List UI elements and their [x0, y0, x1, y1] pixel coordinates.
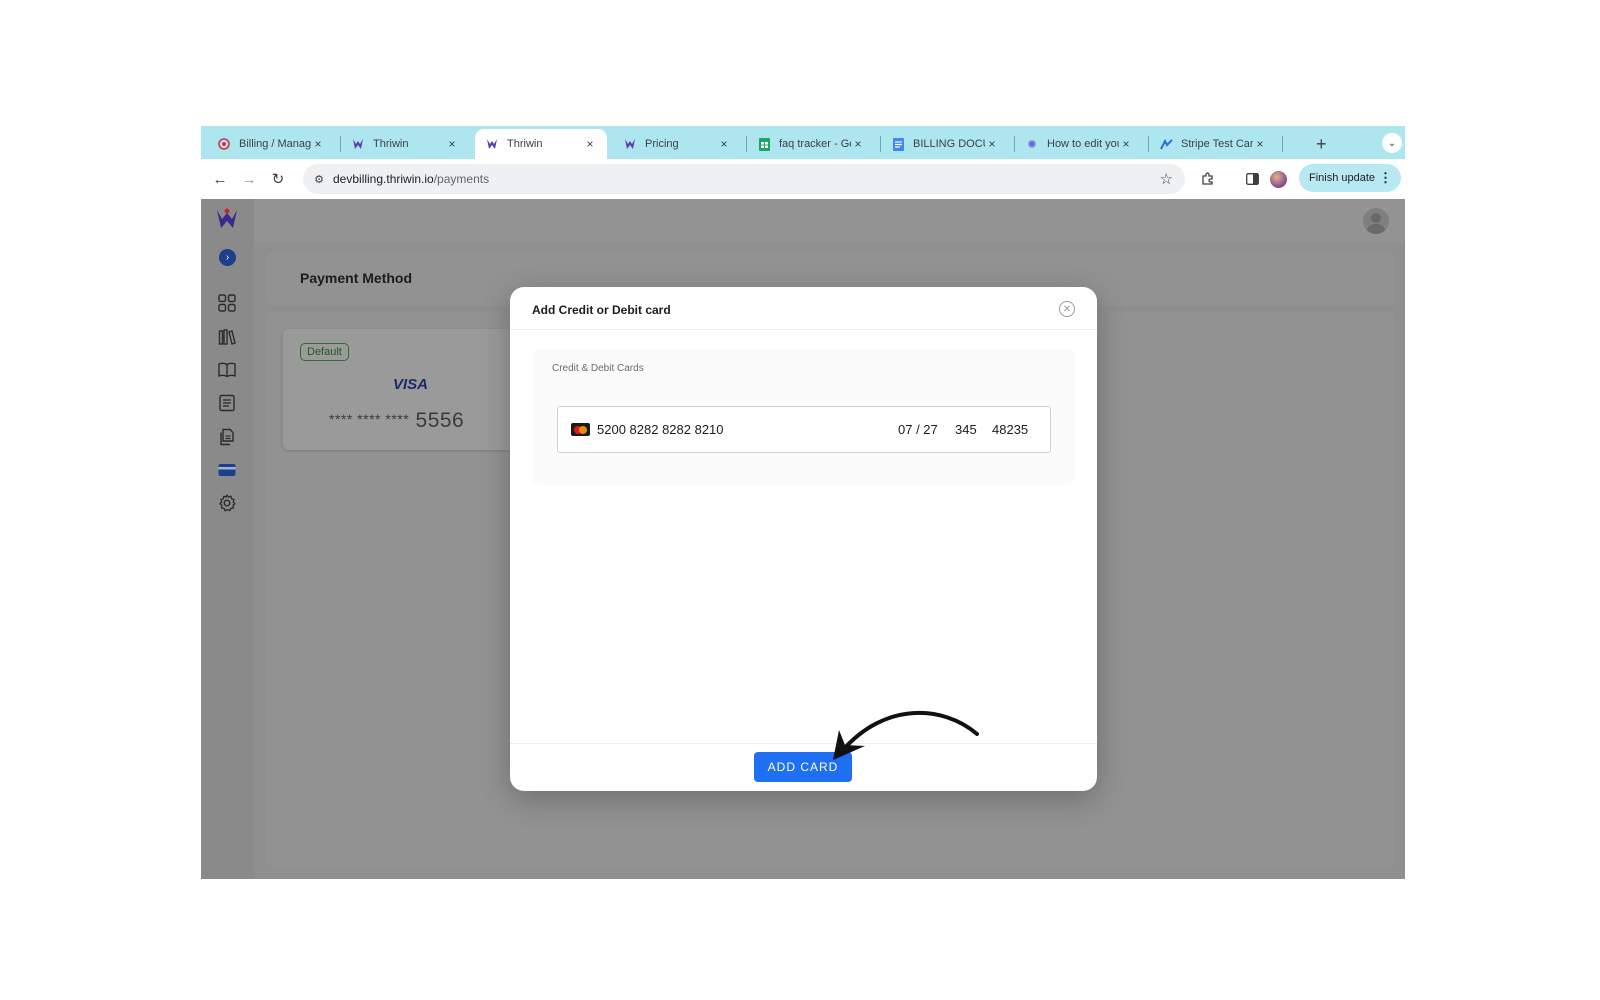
settings-icon[interactable]	[217, 493, 237, 513]
app-header	[254, 199, 1405, 242]
tab-title: faq tracker - Go	[779, 138, 851, 150]
tab-strip: Billing / Manage × Thriwin × Thriwin × P…	[201, 126, 1405, 159]
address-bar[interactable]: ⚙ devbilling.thriwin.io/payments ☆	[303, 164, 1185, 194]
tab-title: Stripe Test Card	[1181, 138, 1253, 150]
side-panel-icon[interactable]	[1241, 168, 1263, 190]
card-number-input[interactable]: 5200 8282 8282 8210	[597, 422, 724, 437]
kebab-menu-icon[interactable]: ⋮	[1379, 170, 1392, 186]
tab-billing-manage[interactable]: Billing / Manage ×	[207, 129, 335, 159]
card-input-field[interactable]: 5200 8282 8282 8210 07 / 27 345 48235	[557, 406, 1051, 453]
tab-title: Thriwin	[507, 138, 543, 150]
reload-icon[interactable]: ↻	[266, 167, 290, 191]
tab-how-to-edit[interactable]: ✺ How to edit your ×	[1015, 129, 1143, 159]
modal-header: Add Credit or Debit card ✕	[510, 287, 1097, 330]
google-docs-favicon-icon	[891, 137, 905, 151]
sidebar-expand-chevron-icon[interactable]: ›	[219, 249, 236, 266]
tab-close-icon[interactable]: ×	[1119, 137, 1133, 151]
tab-close-icon[interactable]: ×	[851, 137, 865, 151]
book-icon[interactable]	[217, 360, 237, 380]
card-section: Credit & Debit Cards 5200 8282 8282 8210…	[532, 349, 1075, 485]
annotation-arrow-icon	[833, 710, 979, 760]
modal-title: Add Credit or Debit card	[532, 303, 671, 317]
cvc-input[interactable]: 345	[955, 422, 977, 437]
tab-close-icon[interactable]: ×	[445, 137, 459, 151]
visa-logo: VISA	[393, 376, 429, 393]
credit-card-icon[interactable]	[217, 460, 237, 480]
forward-arrow-icon[interactable]: →	[237, 167, 261, 191]
user-avatar[interactable]	[1363, 208, 1389, 234]
google-sheets-favicon-icon	[757, 137, 771, 151]
thriwin-favicon-icon	[485, 137, 499, 151]
url-host: devbilling.thriwin.io	[333, 172, 434, 186]
tab-pricing[interactable]: Pricing ×	[613, 129, 741, 159]
gear-favicon-icon: ✺	[1027, 138, 1037, 151]
bookmark-star-icon[interactable]: ☆	[1160, 170, 1173, 188]
extensions-puzzle-icon[interactable]	[1197, 168, 1219, 190]
tab-faq-tracker[interactable]: faq tracker - Go ×	[747, 129, 875, 159]
close-icon[interactable]: ✕	[1059, 301, 1075, 317]
tab-close-icon[interactable]: ×	[985, 137, 999, 151]
tab-close-icon[interactable]: ×	[717, 137, 731, 151]
card-last4: 5556	[415, 409, 465, 432]
tab-title: How to edit your	[1047, 138, 1119, 150]
tab-search-chevron-icon[interactable]: ⌄	[1382, 133, 1402, 153]
billing-favicon-icon	[217, 137, 231, 151]
dashboard-icon[interactable]	[217, 293, 237, 313]
tab-close-icon[interactable]: ×	[1253, 137, 1267, 151]
url-path: /payments	[433, 172, 490, 186]
thriwin-favicon-icon	[351, 137, 365, 151]
expiry-input[interactable]: 07 / 27	[898, 422, 938, 437]
masked-digits: **** **** ****	[329, 411, 410, 427]
tab-thriwin[interactable]: Thriwin ×	[341, 129, 469, 159]
saved-card[interactable]: Default VISA **** **** **** 5556	[283, 329, 529, 450]
masked-card-number: **** **** **** 5556	[329, 409, 464, 433]
tab-title: Thriwin	[373, 138, 409, 150]
profile-avatar[interactable]	[1270, 171, 1287, 188]
tab-close-icon[interactable]: ×	[311, 137, 325, 151]
url-text[interactable]: devbilling.thriwin.io/payments	[333, 172, 489, 186]
mastercard-icon	[571, 423, 590, 436]
tab-thriwin-active[interactable]: Thriwin ×	[475, 129, 607, 159]
finish-update-label: Finish update	[1309, 172, 1376, 184]
app-sidebar: ›	[201, 199, 254, 879]
documents-icon[interactable]	[217, 427, 237, 447]
new-tab-icon[interactable]: +	[1316, 134, 1327, 155]
thriwin-favicon-icon	[623, 137, 637, 151]
site-settings-icon[interactable]: ⚙	[311, 171, 327, 187]
browser-toolbar: ← → ↻ ⚙ devbilling.thriwin.io/payments ☆…	[201, 159, 1405, 199]
page-title: Payment Method	[300, 270, 413, 286]
tab-close-icon[interactable]: ×	[583, 137, 597, 151]
add-card-modal: Add Credit or Debit card ✕ Credit & Debi…	[510, 287, 1097, 791]
section-label: Credit & Debit Cards	[552, 363, 644, 374]
modal-footer: ADD CARD	[510, 743, 1097, 791]
tab-stripe-test-card[interactable]: Stripe Test Card ×	[1149, 129, 1277, 159]
list-icon[interactable]	[217, 393, 237, 413]
thriwin-logo[interactable]	[215, 207, 239, 231]
zip-input[interactable]: 48235	[992, 422, 1028, 437]
tab-separator	[1282, 136, 1283, 152]
finish-update-button[interactable]: Finish update ⋮	[1299, 164, 1401, 192]
default-badge: Default	[300, 343, 349, 361]
tab-title: Billing / Manage	[239, 138, 311, 150]
tab-billing-document[interactable]: BILLING DOCUM ×	[881, 129, 1009, 159]
stripe-favicon-icon	[1159, 137, 1173, 151]
back-arrow-icon[interactable]: ←	[208, 167, 232, 191]
tab-title: BILLING DOCUM	[913, 138, 985, 150]
library-icon[interactable]	[217, 327, 237, 347]
tab-title: Pricing	[645, 138, 679, 150]
